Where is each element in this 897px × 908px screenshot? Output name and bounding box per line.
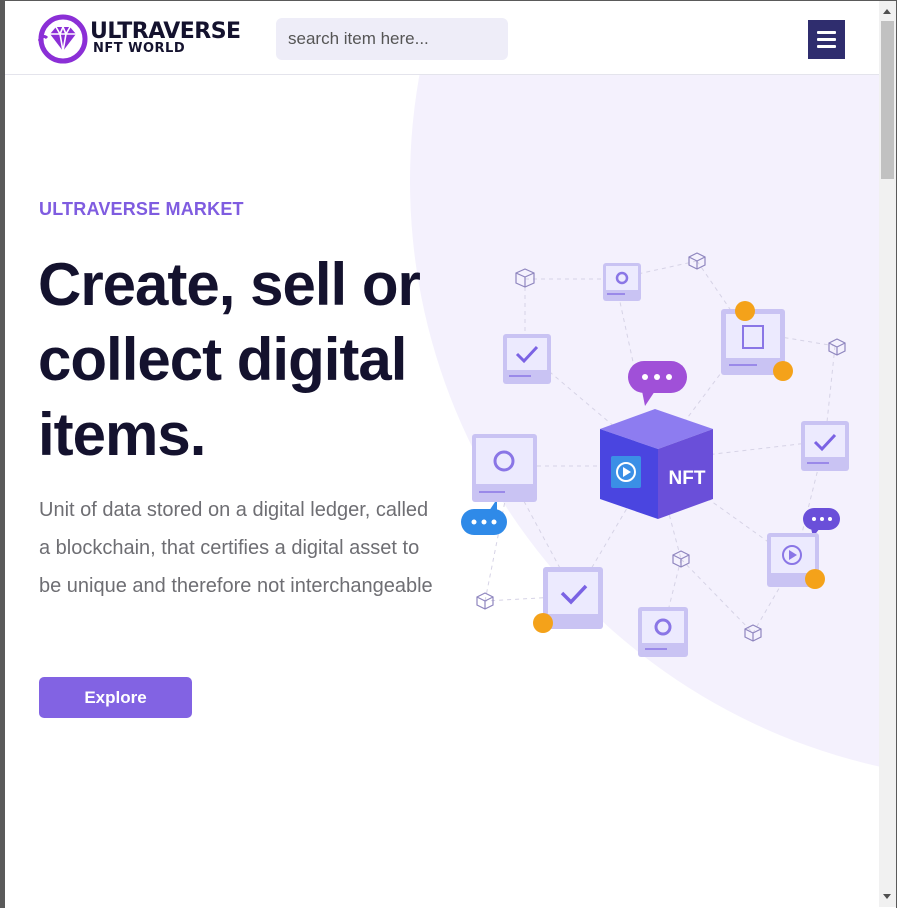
search-input[interactable] [276, 18, 508, 60]
explore-button[interactable]: Explore [39, 677, 192, 718]
purple-chat-bubble-icon [628, 361, 687, 406]
scroll-down-arrow-icon[interactable] [879, 888, 896, 905]
scrollbar-thumb[interactable] [881, 21, 894, 179]
card-circle-bottom-icon [638, 607, 688, 657]
hero-eyebrow: ULTRAVERSE MARKET [39, 199, 244, 219]
card-circle-large-icon [472, 434, 537, 502]
logo-subtitle: NFT WORLD [93, 41, 186, 56]
site-header: ULTRAVERSE NFT WORLD [5, 1, 879, 75]
card-frame-icon [721, 301, 793, 381]
small-chat-bubble-icon [803, 508, 840, 537]
hamburger-menu-line [817, 45, 836, 48]
browser-window: ULTRAVERSE NFT WORLD ULTRAVERSE MARKET C… [0, 0, 897, 908]
diamond-logo-icon [38, 14, 88, 64]
hamburger-menu-icon [817, 31, 836, 34]
card-circle-icon [603, 263, 641, 301]
hero-title: Create, sell or collect digital items. [38, 251, 421, 468]
card-check-bottom-icon [533, 567, 603, 633]
hamburger-menu-button[interactable] [808, 20, 845, 59]
vertical-scrollbar[interactable] [879, 1, 896, 907]
hamburger-menu-line [817, 38, 836, 41]
scroll-up-arrow-icon[interactable] [879, 3, 896, 20]
blue-chat-bubble-icon [461, 499, 507, 535]
card-check-icon [503, 334, 551, 384]
card-check-right-icon [801, 421, 849, 471]
page-viewport: ULTRAVERSE NFT WORLD ULTRAVERSE MARKET C… [5, 1, 879, 907]
hero-description: Unit of data stored on a digital ledger,… [39, 499, 433, 597]
card-play-icon [767, 533, 825, 589]
site-logo[interactable]: ULTRAVERSE NFT WORLD [38, 14, 258, 64]
nft-network-illustration: NFT [461, 252, 849, 657]
nft-cube-label: NFT [669, 468, 706, 489]
nft-cube: NFT [600, 409, 713, 519]
